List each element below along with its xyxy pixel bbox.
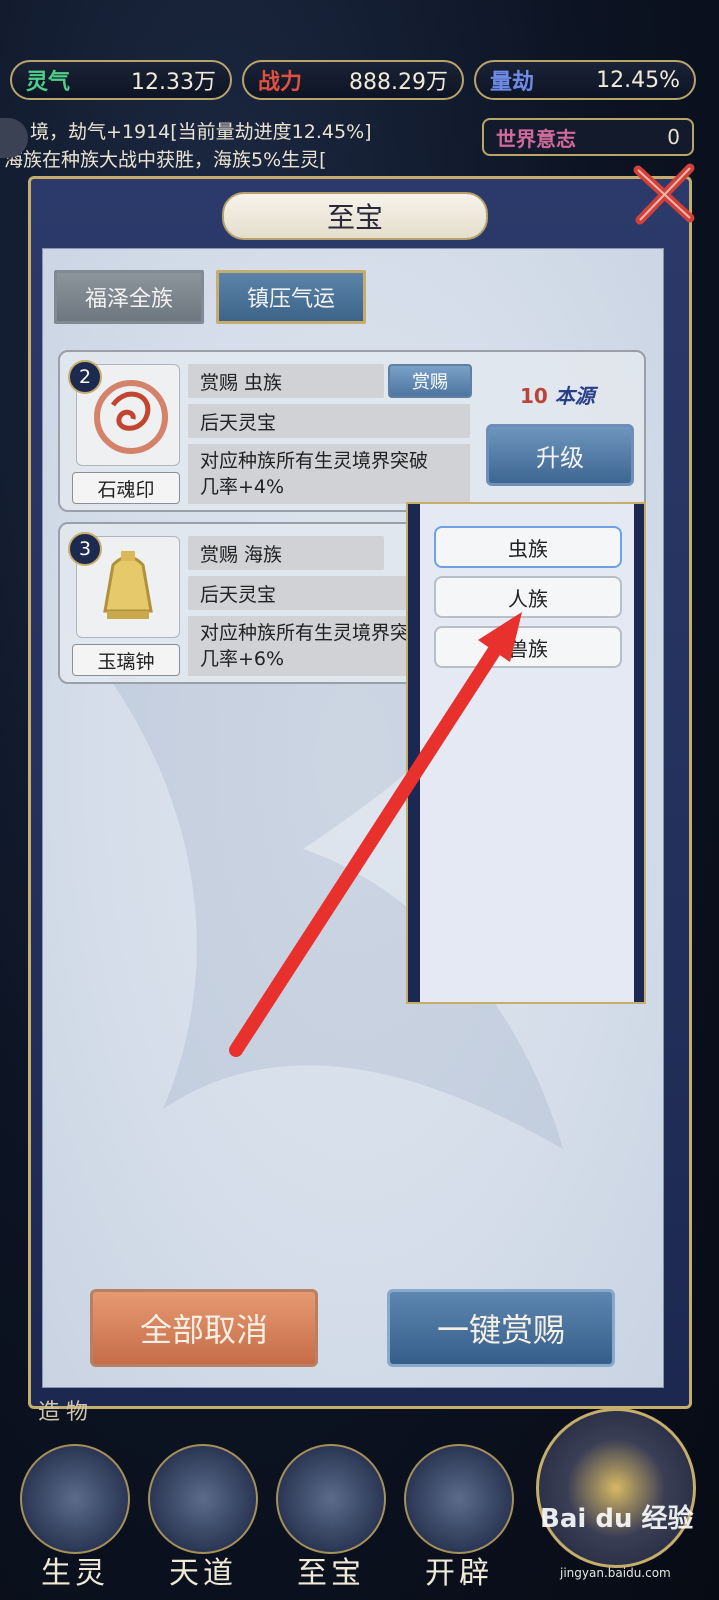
- creature-emblem-icon: [20, 1444, 130, 1554]
- watermark-url: jingyan.baidu.com: [560, 1566, 671, 1580]
- watermark-logo: Bai du 经验: [540, 1504, 694, 1534]
- cancel-all-button[interactable]: 全部取消: [90, 1289, 318, 1367]
- treasure-emblem-icon: [276, 1444, 386, 1554]
- creation-label: 造物: [38, 1400, 95, 1425]
- nav-label: 生灵: [41, 1556, 109, 1591]
- creation-emblem-icon: [404, 1444, 514, 1554]
- heaven-emblem-icon: [148, 1444, 258, 1554]
- avatar[interactable]: [536, 1408, 696, 1568]
- reward-all-button[interactable]: 一键赏赐: [387, 1289, 615, 1367]
- nav-item-tiandao[interactable]: 天道: [144, 1444, 262, 1594]
- nav-item-zhibao[interactable]: 至宝: [272, 1444, 390, 1594]
- nav-label: 至宝: [297, 1556, 365, 1591]
- nav-item-kaipi[interactable]: 开辟: [400, 1444, 518, 1594]
- nav-label: 开辟: [425, 1556, 493, 1591]
- nav-item-shengling[interactable]: 生灵: [16, 1444, 134, 1594]
- nav-label: 天道: [169, 1556, 237, 1591]
